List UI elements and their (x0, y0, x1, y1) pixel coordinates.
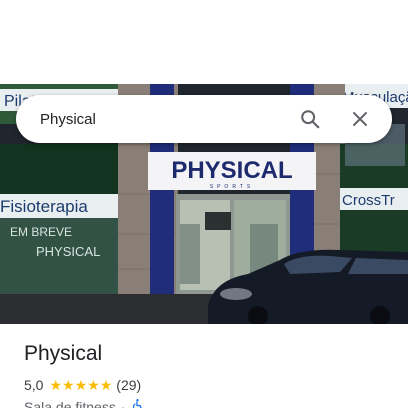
window-text-1: EM BREVE (10, 225, 72, 239)
wheelchair-icon (131, 398, 144, 408)
separator-dot: · (120, 399, 126, 408)
left-banner-text: Fisioterapia (0, 197, 88, 216)
rating-row[interactable]: 5,0 ★ ★ ★ ★ ★ (29) (24, 376, 394, 394)
right-banner-text: CrossTr (342, 192, 395, 209)
category-row: Sala de fitness · (24, 398, 394, 408)
rating-value: 5,0 (24, 377, 44, 393)
place-category: Sala de fitness (24, 399, 116, 408)
star-icon: ★ (62, 377, 75, 393)
search-button[interactable] (292, 101, 328, 137)
window-text-2: PHYSICAL (36, 244, 100, 259)
place-title: Physical (24, 342, 103, 365)
search-bar[interactable]: Physical (16, 95, 392, 143)
main-sign-subtext: SPORTS (210, 184, 254, 190)
star-icon: ★ (49, 377, 63, 393)
main-sign-text: PHYSICAL (171, 157, 292, 184)
review-count[interactable]: (29) (116, 376, 141, 394)
rating-stars: ★ ★ ★ ★ ★ (49, 376, 112, 394)
place-info: Physical 5,0 ★ ★ ★ ★ ★ (29) Sala de fitness … (24, 340, 394, 408)
star-icon: ★ (99, 377, 113, 393)
star-icon: ★ (87, 377, 100, 393)
star-icon: ★ (74, 377, 88, 393)
search-input[interactable]: Physical (40, 111, 292, 128)
clear-search-button[interactable] (342, 101, 378, 137)
close-icon (353, 112, 367, 126)
map-top-area (0, 0, 408, 84)
search-icon (301, 110, 320, 129)
